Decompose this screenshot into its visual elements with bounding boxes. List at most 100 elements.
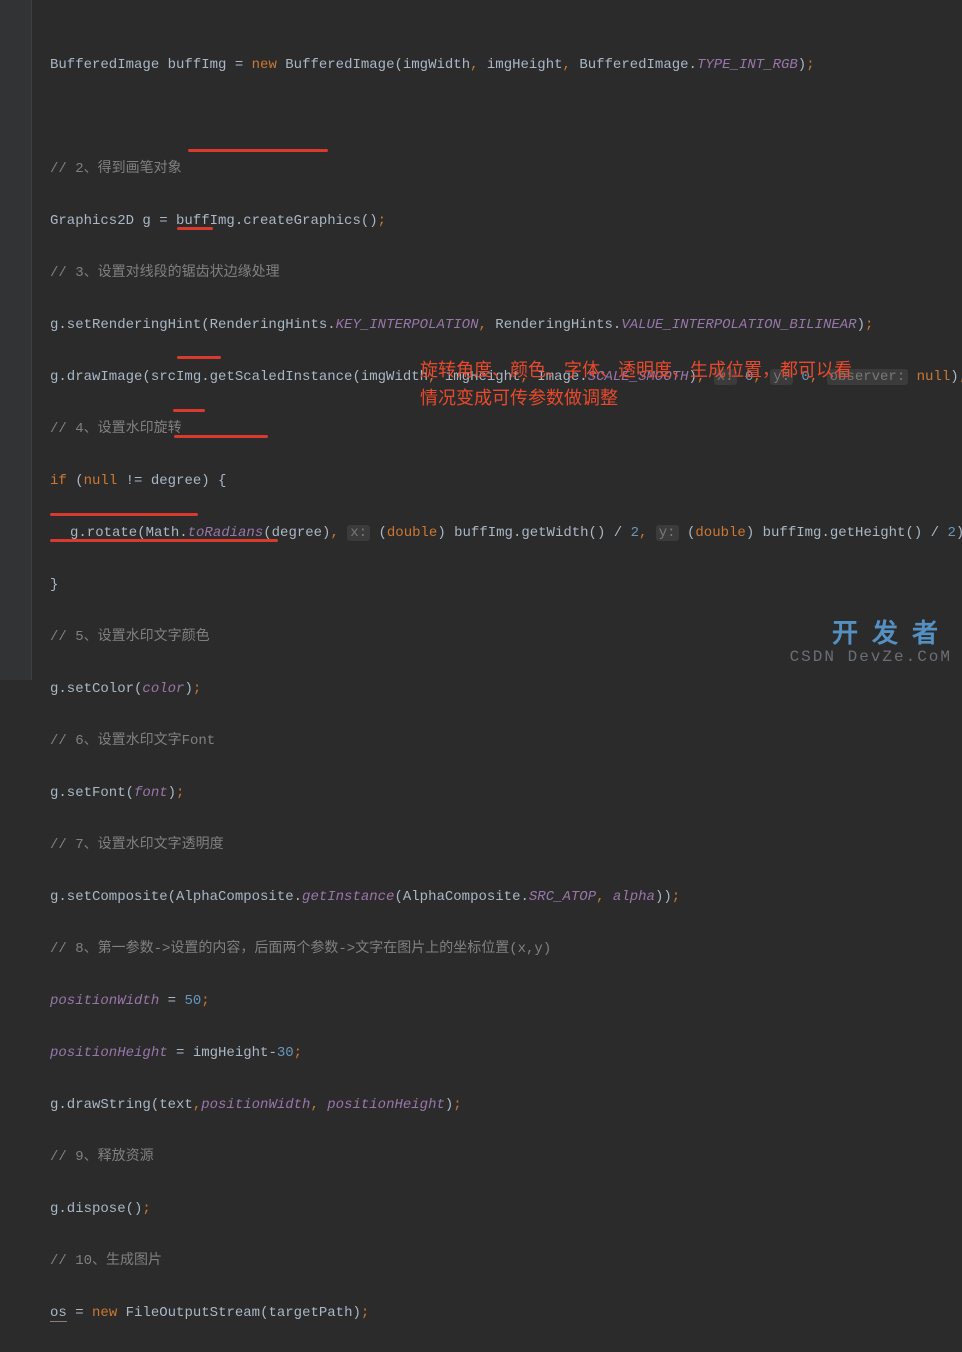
field: color bbox=[142, 681, 184, 697]
code-text: ) bbox=[798, 57, 806, 73]
comment: // 9、释放资源 bbox=[50, 1149, 154, 1165]
constant: TYPE_INT_RGB bbox=[697, 57, 798, 73]
code-text: ) bbox=[950, 369, 958, 385]
watermark-bottom: CSDN DevZe.CoM bbox=[790, 644, 952, 670]
keyword: null bbox=[908, 369, 950, 385]
semicolon: ; bbox=[453, 1097, 461, 1113]
field: alpha bbox=[605, 889, 655, 905]
code-text: BufferedImage. bbox=[571, 57, 697, 73]
code-text: g.setColor( bbox=[50, 681, 142, 697]
code-block: BufferedImage buffImg = new BufferedImag… bbox=[50, 26, 962, 1352]
comma: , bbox=[478, 317, 486, 333]
field: positionWidth bbox=[50, 993, 159, 1009]
code-text: } bbox=[50, 577, 58, 593]
comma: , bbox=[470, 57, 478, 73]
code-text: g.setFont( bbox=[50, 785, 134, 801]
annotation-text: 旋转角度、颜色、字体、透明度、生成位置，都可以看 情况变成可传参数做调整 bbox=[420, 356, 852, 412]
constant: KEY_INTERPOLATION bbox=[336, 317, 479, 333]
semicolon: ; bbox=[378, 213, 386, 229]
code-text: g.dispose() bbox=[50, 1201, 142, 1217]
code-text: ) bbox=[445, 1097, 453, 1113]
code-text: g.drawImage(srcImg.getScaledInstance(img… bbox=[50, 369, 428, 385]
semicolon: ; bbox=[193, 681, 201, 697]
annotation-line: 旋转角度、颜色、字体、透明度、生成位置，都可以看 bbox=[420, 360, 852, 380]
field: positionWidth bbox=[201, 1097, 310, 1113]
comment: // 3、设置对线段的锯齿状边缘处理 bbox=[50, 265, 280, 281]
field: os bbox=[50, 1305, 67, 1322]
constant: SRC_ATOP bbox=[529, 889, 596, 905]
code-text: BufferedImage(imgWidth bbox=[277, 57, 470, 73]
code-text: g.setRenderingHint(RenderingHints. bbox=[50, 317, 336, 333]
comma: , bbox=[563, 57, 571, 73]
code-text: = bbox=[67, 1305, 92, 1321]
comment: // 10、生成图片 bbox=[50, 1253, 162, 1269]
field: font bbox=[134, 785, 168, 801]
red-underline-annotation bbox=[188, 149, 328, 152]
red-underline-annotation bbox=[177, 356, 221, 359]
keyword: double bbox=[695, 525, 745, 541]
field: positionHeight bbox=[319, 1097, 445, 1113]
comma: , bbox=[596, 889, 604, 905]
param-hint: x: bbox=[347, 525, 370, 541]
code-text: ) buffImg.getHeight() / bbox=[746, 525, 948, 541]
annotation-line: 情况变成可传参数做调整 bbox=[420, 388, 618, 408]
code-text: ( bbox=[370, 525, 387, 541]
keyword: new bbox=[252, 57, 277, 73]
code-text: ( bbox=[679, 525, 696, 541]
keyword: if bbox=[50, 473, 67, 489]
red-underline-annotation bbox=[173, 409, 205, 412]
line-number-gutter bbox=[0, 0, 32, 680]
code-text: FileOutputStream(targetPath) bbox=[117, 1305, 361, 1321]
code-text: ) bbox=[168, 785, 176, 801]
keyword: new bbox=[92, 1305, 117, 1321]
code-text: = bbox=[159, 993, 184, 1009]
red-underline-annotation bbox=[50, 513, 198, 516]
code-text: ) bbox=[956, 525, 962, 541]
code-text: = imgHeight- bbox=[168, 1045, 277, 1061]
code-text: imgHeight bbox=[479, 57, 563, 73]
constant: VALUE_INTERPOLATION_BILINEAR bbox=[621, 317, 856, 333]
comma: , bbox=[330, 525, 338, 541]
code-text: ( bbox=[67, 473, 84, 489]
comment: // 5、设置水印文字颜色 bbox=[50, 629, 210, 645]
code-text: BufferedImage buffImg = bbox=[50, 57, 252, 73]
code-text: ) buffImg.getWidth() / bbox=[437, 525, 630, 541]
comma: , bbox=[310, 1097, 318, 1113]
static-method: getInstance bbox=[302, 889, 394, 905]
code-text: Graphics2D g = buffImg.createGraphics() bbox=[50, 213, 378, 229]
code-text: g.drawString(text bbox=[50, 1097, 193, 1113]
red-underline-annotation bbox=[177, 227, 213, 230]
comment: // 4、设置水印旋转 bbox=[50, 421, 182, 437]
code-text: != degree) { bbox=[117, 473, 226, 489]
code-line: BufferedImage buffImg = new BufferedImag… bbox=[50, 52, 962, 78]
code-text: ) bbox=[857, 317, 865, 333]
comma: , bbox=[193, 1097, 201, 1113]
comma: , bbox=[639, 525, 647, 541]
comment: // 6、设置水印文字Font bbox=[50, 733, 215, 749]
number: 30 bbox=[277, 1045, 294, 1061]
code-text: )) bbox=[655, 889, 672, 905]
code-text: (AlphaComposite. bbox=[394, 889, 528, 905]
semicolon: ; bbox=[865, 317, 873, 333]
keyword: null bbox=[84, 473, 118, 489]
watermark-top: 开发者 bbox=[832, 620, 952, 646]
semicolon: ; bbox=[142, 1201, 150, 1217]
red-underline-annotation bbox=[50, 539, 278, 542]
semicolon: ; bbox=[176, 785, 184, 801]
semicolon: ; bbox=[294, 1045, 302, 1061]
red-underline-annotation bbox=[174, 435, 268, 438]
semicolon: ; bbox=[806, 57, 814, 73]
number: 50 bbox=[184, 993, 201, 1009]
comment: // 7、设置水印文字透明度 bbox=[50, 837, 224, 853]
field: positionHeight bbox=[50, 1045, 168, 1061]
semicolon: ; bbox=[672, 889, 680, 905]
keyword: double bbox=[387, 525, 437, 541]
number: 2 bbox=[631, 525, 639, 541]
comment: // 2、得到画笔对象 bbox=[50, 161, 182, 177]
code-text: RenderingHints. bbox=[487, 317, 621, 333]
param-hint: y: bbox=[656, 525, 679, 541]
comment: // 8、第一参数->设置的内容，后面两个参数->文字在图片上的坐标位置(x,y… bbox=[50, 941, 551, 957]
code-text: g.setComposite(AlphaComposite. bbox=[50, 889, 302, 905]
code-text: ) bbox=[184, 681, 192, 697]
semicolon: ; bbox=[361, 1305, 369, 1321]
